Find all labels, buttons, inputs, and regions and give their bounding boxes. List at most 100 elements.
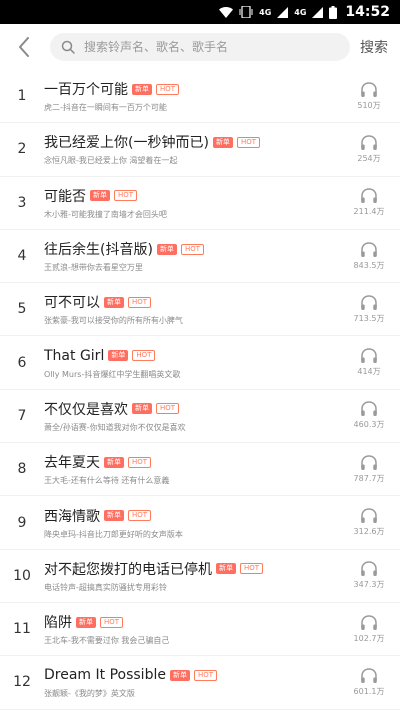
headphones-icon: [361, 668, 377, 683]
hot-badge: HOT: [132, 350, 156, 362]
song-row[interactable]: 3 可能否 新单 HOT 木小雅-可能我撞了南墙才会回头吧 211.4万: [0, 177, 400, 230]
hot-badge: HOT: [240, 563, 264, 575]
song-info: That Girl 新单 HOT Olly Murs-抖音爆红中学生翻唱英文歌: [44, 346, 338, 380]
song-row[interactable]: 9 西海情歌 新单 HOT 降央卓玛-抖音比刀郎更好听的女声版本 312.6万: [0, 496, 400, 550]
song-info: 去年夏天 新单 HOT 王大毛-还有什么等待 还有什么意義: [44, 452, 338, 486]
search-header: 搜索: [0, 24, 400, 70]
listen-button[interactable]: 787.7万: [338, 454, 400, 484]
song-info: 可能否 新单 HOT 木小雅-可能我撞了南墙才会回头吧: [44, 186, 338, 220]
song-subtitle: 降央卓玛-抖音比刀郎更好听的女声版本: [44, 529, 183, 539]
search-input[interactable]: [84, 40, 334, 54]
song-subtitle: 王大毛-还有什么等待 还有什么意義: [44, 476, 170, 486]
song-title: 一百万个可能: [44, 82, 128, 99]
song-title-line: 一百万个可能 新单 HOT: [44, 79, 338, 99]
hot-badge: HOT: [128, 510, 152, 522]
song-info: Dream It Possible 新单 HOT 张靓颖-《我的梦》英文版: [44, 665, 338, 699]
song-row[interactable]: 4 往后余生(抖音版) 新单 HOT 王贰浪-想带你去看星空万里 843.5万: [0, 230, 400, 284]
new-badge: 新单: [212, 136, 233, 148]
hot-badge: HOT: [100, 616, 124, 628]
play-count: 254万: [357, 153, 381, 163]
hot-badge: HOT: [128, 296, 152, 308]
new-badge: 新单: [108, 350, 129, 362]
back-button[interactable]: [12, 32, 36, 62]
song-rank: 4: [17, 248, 27, 265]
song-row[interactable]: 10 对不起您拨打的电话已停机 新单 HOT 电话铃声-超搞真实防骚扰专用彩铃 …: [0, 550, 400, 603]
song-title-line: Dream It Possible 新单 HOT: [44, 665, 338, 685]
headphones-icon: [361, 614, 377, 630]
headphones-icon: [361, 295, 377, 310]
song-row[interactable]: 8 去年夏天 新单 HOT 王大毛-还有什么等待 还有什么意義 787.7万: [0, 443, 400, 497]
song-info: 一百万个可能 新单 HOT 虎二-抖音在一瞬间有一百万个可能: [44, 79, 338, 113]
hot-badge: HOT: [193, 669, 218, 681]
new-badge: 新单: [216, 563, 236, 575]
song-info: 西海情歌 新单 HOT 降央卓玛-抖音比刀郎更好听的女声版本: [44, 506, 338, 540]
play-count: 460.3万: [353, 420, 385, 430]
listen-button[interactable]: 211.4万: [338, 188, 400, 217]
listen-button[interactable]: 460.3万: [338, 401, 400, 430]
song-rank: 12: [13, 674, 31, 691]
hot-badge: HOT: [156, 83, 180, 95]
wifi-icon: [219, 6, 234, 18]
song-row[interactable]: 7 不仅仅是喜欢 新单 HOT 萧全/孙语赛-你知道我对你不仅仅是喜欢 460.…: [0, 390, 400, 444]
new-badge: 新单: [156, 243, 177, 255]
hot-badge: HOT: [114, 190, 138, 202]
song-title: 西海情歌: [44, 508, 100, 525]
song-title-line: 西海情歌 新单 HOT: [44, 506, 338, 526]
song-title: 往后余生(抖音版): [44, 242, 153, 259]
listen-button[interactable]: 510万: [338, 81, 400, 111]
vibrate-icon: [239, 6, 253, 18]
new-badge: 新单: [76, 616, 96, 628]
listen-button[interactable]: 254万: [338, 135, 400, 164]
new-badge: 新单: [169, 669, 190, 681]
play-count: 102.7万: [353, 633, 385, 643]
song-rank: 2: [17, 141, 27, 158]
play-count: 787.7万: [353, 473, 385, 483]
song-subtitle: Olly Murs-抖音爆红中学生翻唱英文歌: [44, 369, 181, 379]
play-count: 312.6万: [353, 527, 385, 537]
listen-button[interactable]: 312.6万: [338, 508, 400, 537]
new-badge: 新单: [132, 83, 152, 95]
play-count: 414万: [357, 367, 381, 377]
headphones-icon: [361, 241, 377, 257]
new-badge: 新单: [132, 403, 152, 415]
song-subtitle: 木小雅-可能我撞了南墙才会回头吧: [44, 209, 167, 219]
song-row[interactable]: 5 可不可以 新单 HOT 张紫豪-我可以接受你的所有所有小脾气 713.5万: [0, 283, 400, 337]
song-row[interactable]: 12 Dream It Possible 新单 HOT 张靓颖-《我的梦》英文版…: [0, 656, 400, 710]
song-rank: 9: [17, 514, 27, 531]
play-count: 601.1万: [353, 686, 385, 696]
song-title: 我已经爱上你(一秒钟而已): [44, 135, 209, 152]
status-bar: 4G 4G 14:52: [0, 0, 400, 24]
listen-button[interactable]: 102.7万: [338, 614, 400, 644]
song-title: Dream It Possible: [44, 667, 166, 684]
song-title-line: 我已经爱上你(一秒钟而已) 新单 HOT: [44, 132, 338, 152]
network-label-1: 4G: [259, 7, 272, 17]
song-title-line: 可能否 新单 HOT: [44, 186, 338, 206]
song-row[interactable]: 11 陷阱 新单 HOT 王北车-我不需要过你 我会己骗自己 102.7万: [0, 603, 400, 657]
song-rank: 8: [17, 461, 27, 478]
song-row[interactable]: 6 That Girl 新单 HOT Olly Murs-抖音爆红中学生翻唱英文…: [0, 336, 400, 390]
play-count: 347.3万: [353, 580, 385, 590]
song-subtitle: 电话铃声-超搞真实防骚扰专用彩铃: [44, 582, 167, 592]
search-box[interactable]: [50, 33, 350, 61]
listen-button[interactable]: 713.5万: [338, 295, 400, 324]
search-button[interactable]: 搜索: [360, 37, 388, 57]
headphones-icon: [361, 561, 377, 577]
song-row[interactable]: 1 一百万个可能 新单 HOT 虎二-抖音在一瞬间有一百万个可能 510万: [0, 70, 400, 124]
song-subtitle: 张靓颖-《我的梦》英文版: [44, 689, 135, 699]
listen-button[interactable]: 414万: [338, 348, 400, 377]
song-info: 往后余生(抖音版) 新单 HOT 王贰浪-想带你去看星空万里: [44, 239, 338, 273]
listen-button[interactable]: 843.5万: [338, 241, 400, 271]
song-list: 1 一百万个可能 新单 HOT 虎二-抖音在一瞬间有一百万个可能 510万 2 …: [0, 70, 400, 710]
play-count: 510万: [357, 100, 381, 110]
headphones-icon: [361, 508, 377, 524]
listen-button[interactable]: 601.1万: [338, 668, 400, 697]
song-subtitle: 念恒凡眼-我已经爱上你 渴望着在一起: [44, 156, 178, 166]
song-rank: 5: [17, 301, 27, 318]
song-title: 去年夏天: [44, 455, 100, 472]
song-row[interactable]: 2 我已经爱上你(一秒钟而已) 新单 HOT 念恒凡眼-我已经爱上你 渴望着在一…: [0, 123, 400, 177]
listen-button[interactable]: 347.3万: [338, 561, 400, 590]
song-info: 我已经爱上你(一秒钟而已) 新单 HOT 念恒凡眼-我已经爱上你 渴望着在一起: [44, 132, 338, 166]
new-badge: 新单: [90, 190, 110, 202]
new-badge: 新单: [104, 510, 124, 522]
song-title-line: 可不可以 新单 HOT: [44, 292, 338, 312]
